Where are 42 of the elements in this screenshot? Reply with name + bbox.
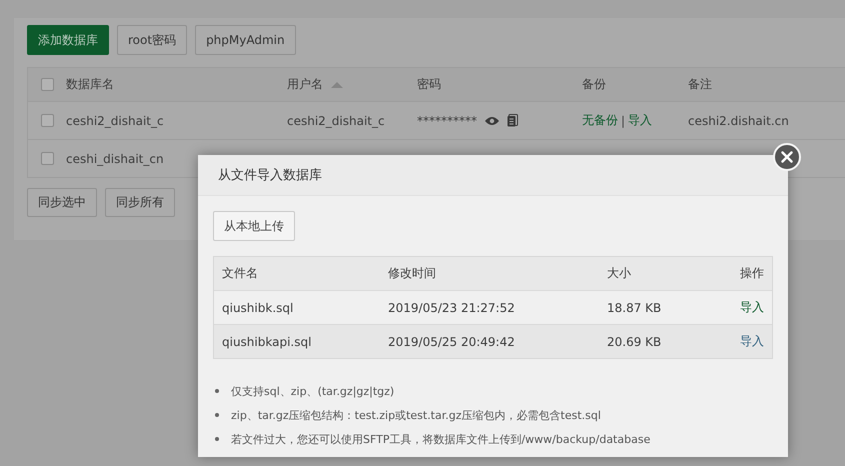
- column-header: 修改时间: [388, 266, 436, 280]
- column-header[interactable]: 数据库名: [66, 76, 114, 93]
- user-name: ceshi2_dishait_c: [287, 114, 385, 128]
- note-text: ceshi2.dishait.cn: [688, 114, 789, 128]
- dialog-title: 从文件导入数据库: [218, 167, 322, 184]
- file-name: qiushibk.sql: [222, 300, 294, 314]
- import-link[interactable]: 导入: [740, 334, 764, 348]
- import-link[interactable]: 导入: [740, 300, 764, 314]
- checkbox[interactable]: [40, 114, 54, 127]
- file-name: qiushibkapi.sql: [222, 334, 312, 348]
- column-header[interactable]: 用户名: [287, 76, 343, 93]
- checkbox[interactable]: [40, 152, 54, 165]
- separator: |: [621, 114, 626, 128]
- sync-button[interactable]: 同步所有: [105, 188, 175, 217]
- database-name: ceshi2_dishait_c: [66, 114, 164, 128]
- modified-time: 2019/05/23 21:27:52: [388, 300, 515, 314]
- note-text: 若文件过大，您还可以使用SFTP工具，将数据库文件上传到/www/backup/database: [231, 432, 650, 446]
- column-header: 文件名: [222, 266, 258, 280]
- column-header[interactable]: 备注: [688, 76, 712, 93]
- column-header[interactable]: 密码: [417, 76, 441, 93]
- sync-button[interactable]: 同步选中: [27, 188, 97, 217]
- sort-up-icon[interactable]: [331, 80, 343, 88]
- import-link[interactable]: 导入: [628, 112, 652, 129]
- toolbar-button[interactable]: 添加数据库: [27, 25, 109, 55]
- backup-link[interactable]: 无备份: [582, 112, 618, 129]
- copy-icon[interactable]: [507, 114, 518, 127]
- note-text: 仅支持sql、zip、(tar.gz|gz|tgz): [231, 384, 394, 398]
- toolbar-button[interactable]: phpMyAdmin: [195, 25, 296, 55]
- note-text: zip、tar.gz压缩包结构：test.zip或test.tar.gz压缩包内，必需包含test.sql: [231, 408, 601, 422]
- checkbox[interactable]: [40, 78, 54, 91]
- file-size: 18.87 KB: [607, 300, 662, 314]
- toolbar-button[interactable]: root密码: [117, 25, 188, 55]
- eye-icon[interactable]: [485, 116, 499, 126]
- column-header: 大小: [607, 266, 631, 280]
- close-icon: [781, 151, 793, 163]
- modified-time: 2019/05/25 20:49:42: [388, 334, 515, 348]
- database-name: ceshi_dishait_cn: [66, 152, 164, 166]
- password-mask: **********: [417, 114, 477, 128]
- column-header: 操作: [740, 266, 764, 280]
- upload-button[interactable]: 从本地上传: [213, 211, 295, 241]
- file-size: 20.69 KB: [607, 334, 662, 348]
- column-header[interactable]: 备份: [582, 76, 606, 93]
